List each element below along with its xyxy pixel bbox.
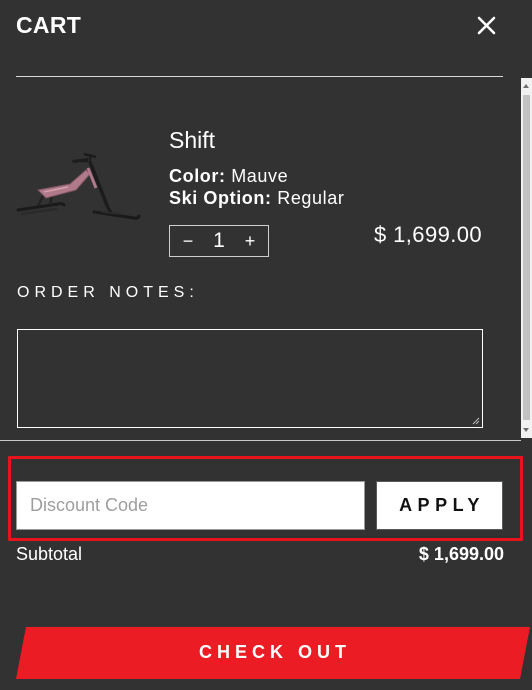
subtotal-label: Subtotal bbox=[16, 544, 83, 564]
apply-discount-button[interactable]: APPLY bbox=[376, 481, 503, 530]
color-label: Color: bbox=[169, 166, 226, 186]
subtotal-value: $ 1,699.00 bbox=[418, 544, 504, 564]
ski-option-label: Ski Option: bbox=[169, 188, 272, 208]
quantity-decrease-button[interactable]: − bbox=[177, 229, 199, 253]
quantity-stepper: − 1 + bbox=[169, 225, 269, 257]
checkout-label: CHECK OUT bbox=[199, 642, 351, 662]
quantity-value[interactable]: 1 bbox=[205, 228, 233, 254]
checkout-button[interactable]: CHECK OUT bbox=[16, 627, 530, 679]
snow-bike-image bbox=[16, 152, 141, 220]
product-name[interactable]: Shift bbox=[169, 127, 215, 154]
close-button[interactable] bbox=[476, 12, 498, 38]
footer-divider bbox=[0, 440, 521, 441]
resize-grip-icon[interactable] bbox=[472, 417, 480, 425]
header-divider bbox=[16, 76, 503, 77]
ski-option-value: Regular bbox=[277, 188, 345, 208]
order-notes-textarea[interactable] bbox=[17, 329, 483, 428]
color-value: Mauve bbox=[231, 166, 289, 186]
cart-scrollbar[interactable] bbox=[521, 78, 532, 438]
product-ski-option: Ski Option: Regular bbox=[169, 188, 344, 209]
product-price: $ 1,699.00 bbox=[374, 222, 482, 247]
product-color-option: Color: Mauve bbox=[169, 166, 288, 187]
product-image[interactable] bbox=[16, 148, 142, 228]
quantity-increase-button[interactable]: + bbox=[239, 229, 261, 253]
close-icon[interactable] bbox=[476, 12, 498, 38]
cart-header: CART bbox=[16, 12, 504, 42]
scroll-thumb[interactable] bbox=[523, 95, 530, 420]
order-notes-label: ORDER NOTES: bbox=[17, 284, 199, 301]
scroll-up-icon[interactable] bbox=[523, 84, 529, 88]
discount-code-input[interactable] bbox=[16, 481, 365, 530]
scroll-down-icon[interactable] bbox=[523, 428, 529, 432]
cart-title: CART bbox=[16, 12, 82, 38]
